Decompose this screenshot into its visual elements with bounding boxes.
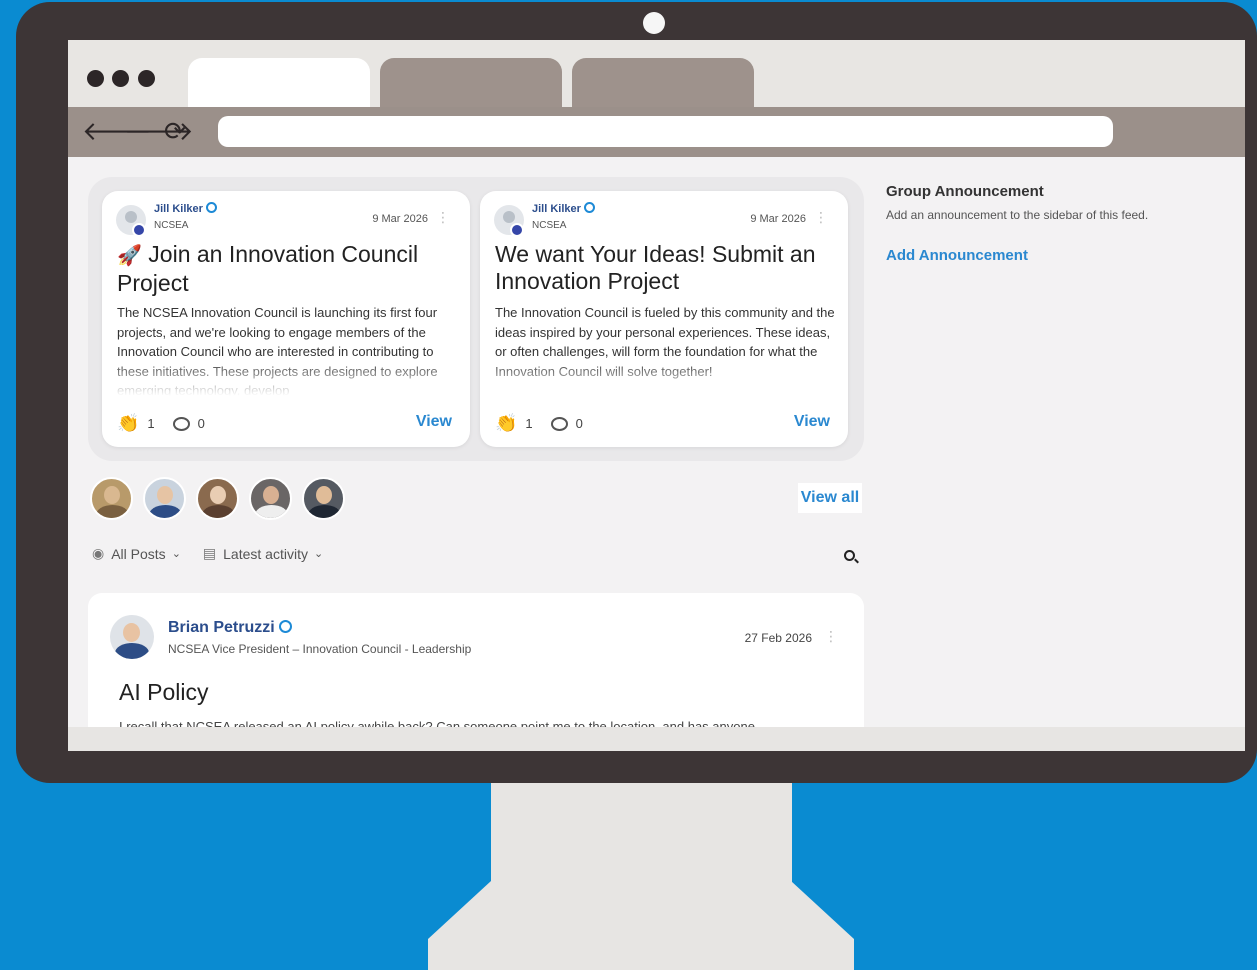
author-org: NCSEA xyxy=(154,220,189,231)
comment-icon[interactable] xyxy=(172,416,190,431)
browser-window: 🡐 🡒 ⟳ Jill Kilker NCSEA 9 Mar 2026 ⋮ 🚀 J… xyxy=(68,40,1245,751)
verified-icon xyxy=(278,620,292,633)
window-dot xyxy=(112,70,129,87)
org-badge-icon xyxy=(510,223,524,237)
author-name[interactable]: Jill Kilker xyxy=(532,202,595,215)
chevron-down-icon[interactable]: ⌄ xyxy=(172,547,181,560)
more-options-icon[interactable]: ⋮ xyxy=(436,209,450,226)
member-avatar[interactable] xyxy=(196,477,239,520)
author-role: NCSEA Vice President – Innovation Counci… xyxy=(168,642,472,656)
page-content: Jill Kilker NCSEA 9 Mar 2026 ⋮ 🚀 Join an… xyxy=(68,157,1245,727)
member-avatar[interactable] xyxy=(302,477,345,520)
author-name[interactable]: Brian Petruzzi xyxy=(168,619,292,637)
more-options-icon[interactable]: ⋮ xyxy=(824,628,838,645)
post-title[interactable]: AI Policy xyxy=(119,679,208,706)
tab-2[interactable] xyxy=(380,58,562,107)
browser-bottom-bar xyxy=(68,727,1245,751)
verified-icon xyxy=(205,202,217,213)
announcement-description: Add an announcement to the sidebar of th… xyxy=(886,208,1149,222)
comment-count: 0 xyxy=(575,416,583,431)
card-title[interactable]: We want Your Ideas! Submit an Innovation… xyxy=(495,241,835,295)
featured-posts: Jill Kilker NCSEA 9 Mar 2026 ⋮ 🚀 Join an… xyxy=(88,177,864,461)
monitor-stand-base xyxy=(428,881,854,970)
tab-strip xyxy=(68,40,1245,107)
reload-icon[interactable]: ⟳ xyxy=(164,119,186,145)
card-stats: 👏 1 0 xyxy=(117,413,205,434)
search-icon[interactable] xyxy=(844,550,855,561)
window-dot xyxy=(138,70,155,87)
posts-filter-icon: ◉ xyxy=(92,545,105,561)
post-body: I recall that NCSEA released an AI polic… xyxy=(119,719,755,727)
reaction-count: 1 xyxy=(147,416,155,431)
announcement-heading: Group Announcement xyxy=(886,183,1044,200)
view-button[interactable]: View xyxy=(794,413,830,431)
chevron-down-icon[interactable]: ⌄ xyxy=(314,547,323,560)
address-toolbar: 🡐 🡒 ⟳ xyxy=(68,107,1245,157)
verified-icon xyxy=(583,202,595,213)
card-title[interactable]: 🚀 Join an Innovation Council Project xyxy=(117,241,457,297)
reaction-icon[interactable]: 👏 xyxy=(495,413,517,434)
post-date: 9 Mar 2026 xyxy=(750,213,806,225)
window-dot xyxy=(87,70,104,87)
card-stats: 👏 1 0 xyxy=(495,413,583,434)
excerpt-fade xyxy=(102,359,470,405)
author-name[interactable]: Jill Kilker xyxy=(154,202,217,215)
author-org: NCSEA xyxy=(532,220,567,231)
feed-filters: ◉ All Posts ⌄ ▤ Latest activity ⌄ xyxy=(92,545,345,562)
avatar[interactable] xyxy=(110,615,154,659)
tab-active[interactable] xyxy=(188,58,370,107)
excerpt-fade xyxy=(480,359,848,405)
posts-filter-dropdown[interactable]: All Posts xyxy=(111,546,165,562)
view-button[interactable]: View xyxy=(416,413,452,431)
feed-post[interactable]: Brian Petruzzi NCSEA Vice President – In… xyxy=(88,593,864,727)
monitor-frame: 🡐 🡒 ⟳ Jill Kilker NCSEA 9 Mar 2026 ⋮ 🚀 J… xyxy=(16,2,1257,783)
url-bar[interactable] xyxy=(218,116,1113,147)
more-options-icon[interactable]: ⋮ xyxy=(814,209,828,226)
reaction-count: 1 xyxy=(525,416,533,431)
post-date: 27 Feb 2026 xyxy=(744,631,812,645)
post-date: 9 Mar 2026 xyxy=(372,213,428,225)
add-announcement-link[interactable]: Add Announcement xyxy=(886,247,1236,264)
comment-icon[interactable] xyxy=(550,416,568,431)
sort-icon: ▤ xyxy=(202,545,217,561)
monitor-stand-neck xyxy=(491,783,792,883)
reaction-icon[interactable]: 👏 xyxy=(117,413,139,434)
comment-count: 0 xyxy=(197,416,205,431)
member-avatars xyxy=(90,477,345,520)
member-avatar[interactable] xyxy=(143,477,186,520)
member-avatar[interactable] xyxy=(90,477,133,520)
featured-card[interactable]: Jill Kilker NCSEA 9 Mar 2026 ⋮ We want Y… xyxy=(480,191,848,447)
tab-3[interactable] xyxy=(572,58,754,107)
view-all-members-link[interactable]: View all xyxy=(798,483,862,513)
featured-card[interactable]: Jill Kilker NCSEA 9 Mar 2026 ⋮ 🚀 Join an… xyxy=(102,191,470,447)
sidebar: Group Announcement Add an announcement t… xyxy=(886,183,1236,264)
member-avatar[interactable] xyxy=(249,477,292,520)
sort-dropdown[interactable]: Latest activity xyxy=(223,546,308,562)
org-badge-icon xyxy=(132,223,146,237)
rocket-icon: 🚀 xyxy=(117,245,142,267)
camera-dot xyxy=(643,12,665,34)
